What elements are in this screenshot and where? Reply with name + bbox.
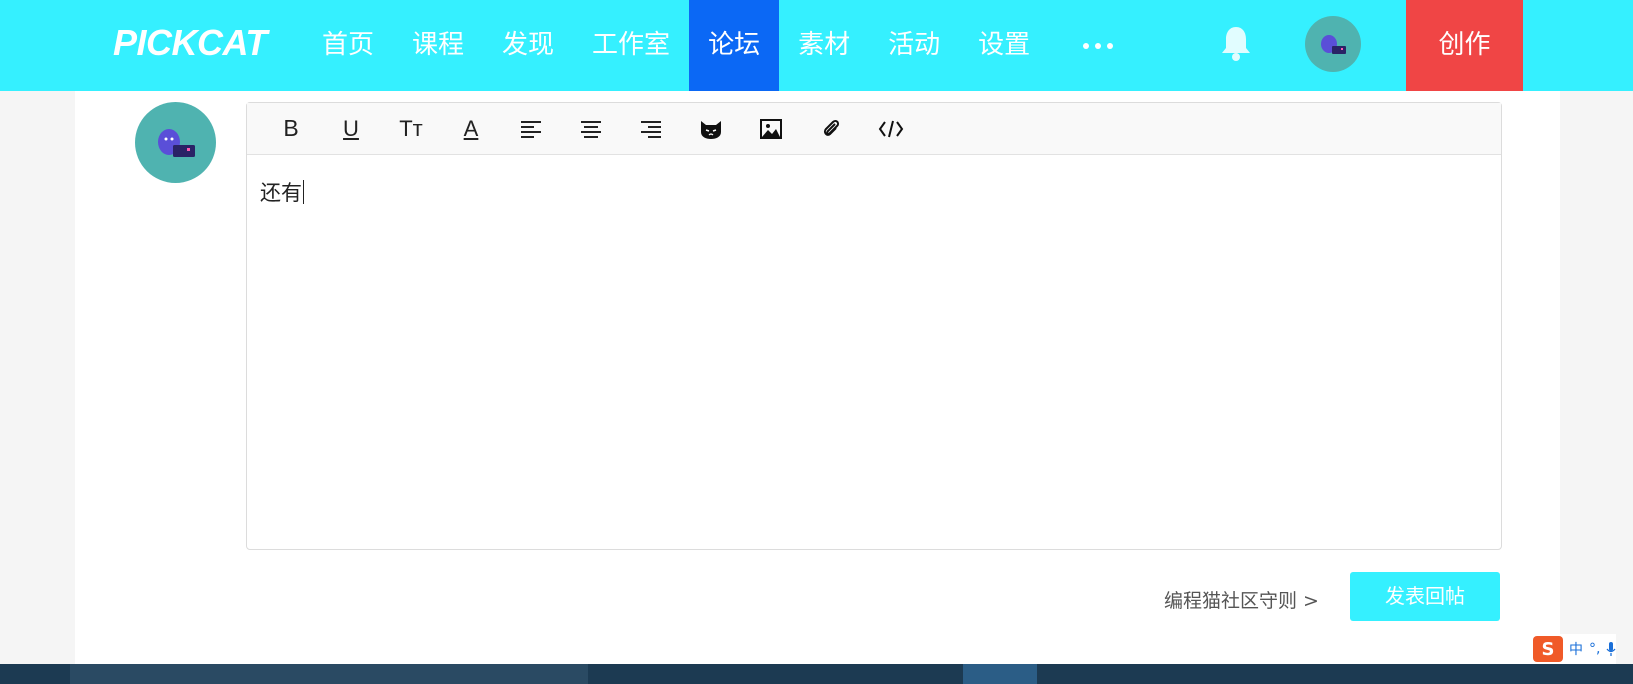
nav-item-settings[interactable]: 设置	[959, 0, 1049, 91]
microphone-icon[interactable]	[1606, 641, 1616, 657]
attachment-icon[interactable]	[801, 103, 861, 155]
reply-author-avatar	[135, 102, 216, 183]
os-taskbar	[0, 664, 1633, 684]
community-rules-link[interactable]: 编程猫社区守则 >	[1164, 586, 1319, 613]
nav-item-discover[interactable]: 发现	[483, 0, 573, 91]
nav-item-home[interactable]: 首页	[303, 0, 393, 91]
pickcat-logo[interactable]: PICKCAT	[113, 22, 267, 64]
underline-icon[interactable]: U	[321, 103, 381, 155]
emoji-cat-icon[interactable]	[681, 103, 741, 155]
editor-toolbar: B U Tт A	[247, 103, 1501, 155]
nav-item-forum[interactable]: 论坛	[689, 0, 780, 91]
code-icon[interactable]	[861, 103, 921, 155]
image-icon[interactable]	[741, 103, 801, 155]
create-button[interactable]: 创作	[1406, 0, 1523, 91]
align-center-icon[interactable]	[561, 103, 621, 155]
bell-icon[interactable]	[1219, 24, 1253, 62]
align-right-icon[interactable]	[621, 103, 681, 155]
editor-content-area[interactable]: 还有	[247, 155, 1501, 229]
taskbar-search-box[interactable]	[70, 664, 588, 684]
ime-punct-indicator[interactable]: °,	[1589, 641, 1600, 657]
post-reply-button[interactable]: 发表回帖	[1350, 572, 1500, 621]
top-navigation-bar: PICKCAT 首页 课程 发现 工作室 论坛 素材 活动 设置 创作	[0, 0, 1633, 91]
text-caret	[303, 180, 304, 204]
avatar-mascot-icon	[1321, 35, 1346, 54]
nav-item-courses[interactable]: 课程	[393, 0, 483, 91]
nav-item-events[interactable]: 活动	[869, 0, 959, 91]
ime-status-bar: S 中 °,	[1533, 634, 1617, 664]
align-left-icon[interactable]	[501, 103, 561, 155]
bold-icon[interactable]: B	[261, 103, 321, 155]
nav-item-assets[interactable]: 素材	[779, 0, 869, 91]
text-size-icon[interactable]: Tт	[381, 103, 441, 155]
sogou-ime-logo[interactable]: S	[1533, 636, 1563, 662]
main-nav: 首页 课程 发现 工作室 论坛 素材 活动 设置	[303, 0, 1049, 91]
nav-item-studio[interactable]: 工作室	[573, 0, 689, 91]
user-avatar[interactable]	[1305, 16, 1361, 72]
more-dots-icon[interactable]	[1083, 43, 1113, 49]
avatar-mascot-icon	[158, 129, 195, 157]
ime-mode-indicator[interactable]: 中	[1569, 639, 1583, 659]
rich-text-editor: B U Tт A 还有	[246, 102, 1502, 550]
font-color-icon[interactable]: A	[441, 103, 501, 155]
editor-text: 还有	[260, 181, 302, 205]
taskbar-active-app[interactable]	[963, 664, 1037, 684]
